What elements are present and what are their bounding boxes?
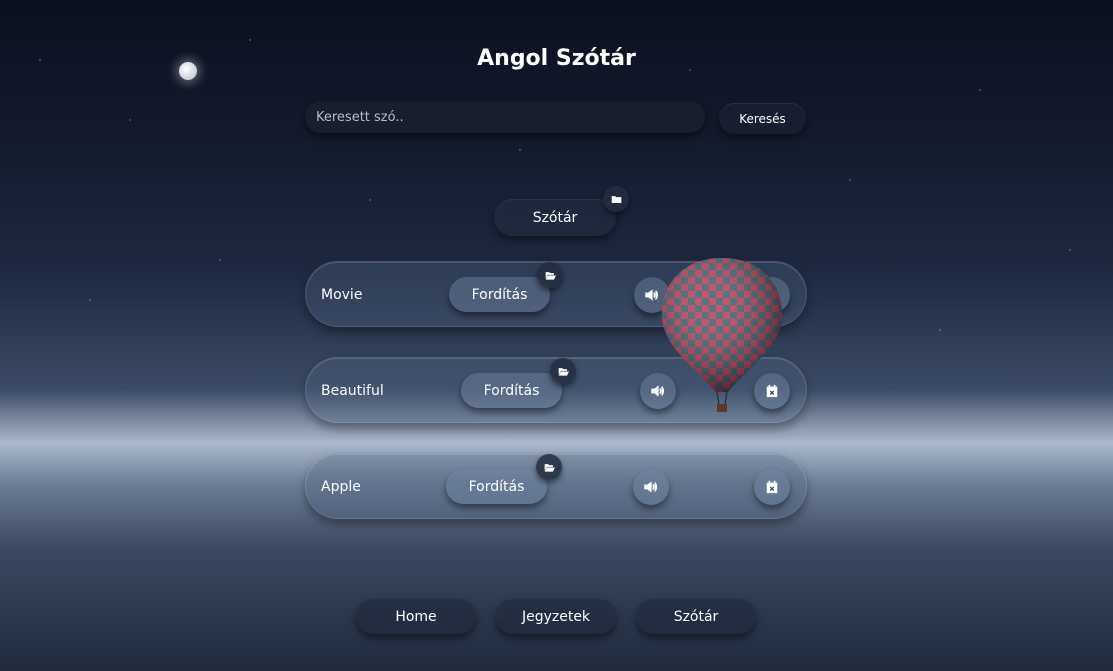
folder-open-icon[interactable] — [550, 358, 576, 384]
word-label: Beautiful — [321, 383, 384, 399]
nav-dictionary-button[interactable]: Szótár — [636, 599, 756, 634]
speaker-icon[interactable] — [633, 469, 669, 505]
folder-open-icon[interactable] — [537, 262, 563, 288]
page-title: Angol Szótár — [477, 46, 636, 71]
search-button[interactable]: Keresés — [719, 103, 806, 134]
folder-icon[interactable] — [603, 186, 629, 212]
dictionary-button[interactable]: Szótár — [494, 199, 616, 236]
nav-notes-button[interactable]: Jegyzetek — [496, 599, 616, 634]
hot-air-balloon-image — [661, 258, 783, 412]
translate-button[interactable]: Fordítás — [446, 469, 547, 504]
nav-home-button[interactable]: Home — [356, 599, 476, 634]
folder-open-icon[interactable] — [536, 454, 562, 480]
search-input[interactable] — [305, 101, 705, 133]
translate-button[interactable]: Fordítás — [461, 373, 562, 408]
calendar-x-icon[interactable] — [754, 469, 790, 505]
word-label: Movie — [321, 287, 363, 303]
translate-button[interactable]: Fordítás — [449, 277, 550, 312]
word-label: Apple — [321, 479, 361, 495]
